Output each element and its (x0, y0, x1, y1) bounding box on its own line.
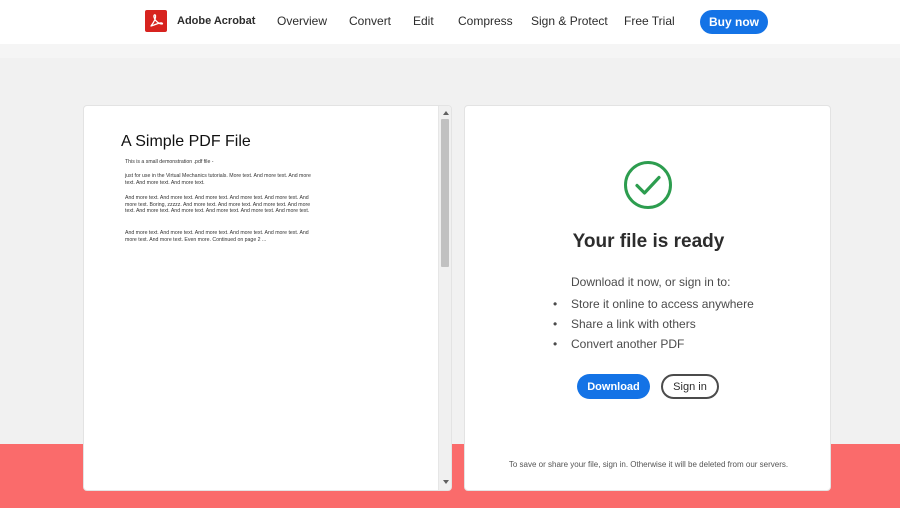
pdf-paragraph-3: And more text. And more text. And more t… (125, 195, 311, 215)
acrobat-logo-icon (145, 10, 167, 32)
sign-in-button[interactable]: Sign in (661, 374, 719, 399)
pdf-preview-panel[interactable]: A Simple PDF File This is a small demons… (83, 105, 452, 491)
nav-edit[interactable]: Edit (413, 14, 434, 28)
pdf-title: A Simple PDF File (121, 133, 251, 150)
pdf-paragraph-1: This is a small demonstration .pdf file … (125, 159, 214, 165)
brand-name: Adobe Acrobat (177, 15, 256, 27)
pdf-paragraph-4: And more text. And more text. And more t… (125, 230, 309, 243)
download-button[interactable]: Download (577, 374, 650, 399)
preview-scrollbar[interactable] (438, 106, 451, 490)
pdf-paragraph-2: just for use in the Virtual Mechanics tu… (125, 173, 311, 186)
benefit-text: Store it online to access anywhere (571, 297, 754, 311)
nav-divider-band (0, 44, 900, 58)
bullet-icon: • (553, 317, 558, 331)
scroll-thumb[interactable] (441, 119, 449, 267)
nav-sign-protect[interactable]: Sign & Protect (531, 14, 608, 28)
nav-overview[interactable]: Overview (277, 14, 327, 28)
result-footnote: To save or share your file, sign in. Oth… (508, 460, 789, 469)
bullet-icon: • (553, 337, 558, 351)
result-panel: Your file is ready Download it now, or s… (464, 105, 831, 491)
scroll-up-icon[interactable] (443, 111, 449, 115)
benefits-list: • Store it online to access anywhere • Sha… (553, 294, 754, 354)
buy-now-button[interactable]: Buy now (700, 10, 768, 34)
top-nav: Adobe Acrobat Overview Convert Edit Comp… (0, 0, 900, 44)
bullet-icon: • (553, 297, 558, 311)
check-circle-icon (624, 161, 672, 209)
scroll-down-icon[interactable] (443, 480, 449, 484)
brand[interactable]: Adobe Acrobat (145, 10, 255, 32)
benefit-text: Convert another PDF (571, 337, 685, 351)
nav-convert[interactable]: Convert (349, 14, 391, 28)
benefit-text: Share a link with others (571, 317, 696, 331)
nav-free-trial[interactable]: Free Trial (624, 14, 675, 28)
benefit-item: • Convert another PDF (553, 334, 754, 354)
result-title: Your file is ready (572, 231, 725, 252)
result-intro: Download it now, or sign in to: (571, 275, 731, 289)
benefit-item: • Share a link with others (553, 314, 754, 334)
benefit-item: • Store it online to access anywhere (553, 294, 754, 314)
nav-compress[interactable]: Compress (458, 14, 513, 28)
